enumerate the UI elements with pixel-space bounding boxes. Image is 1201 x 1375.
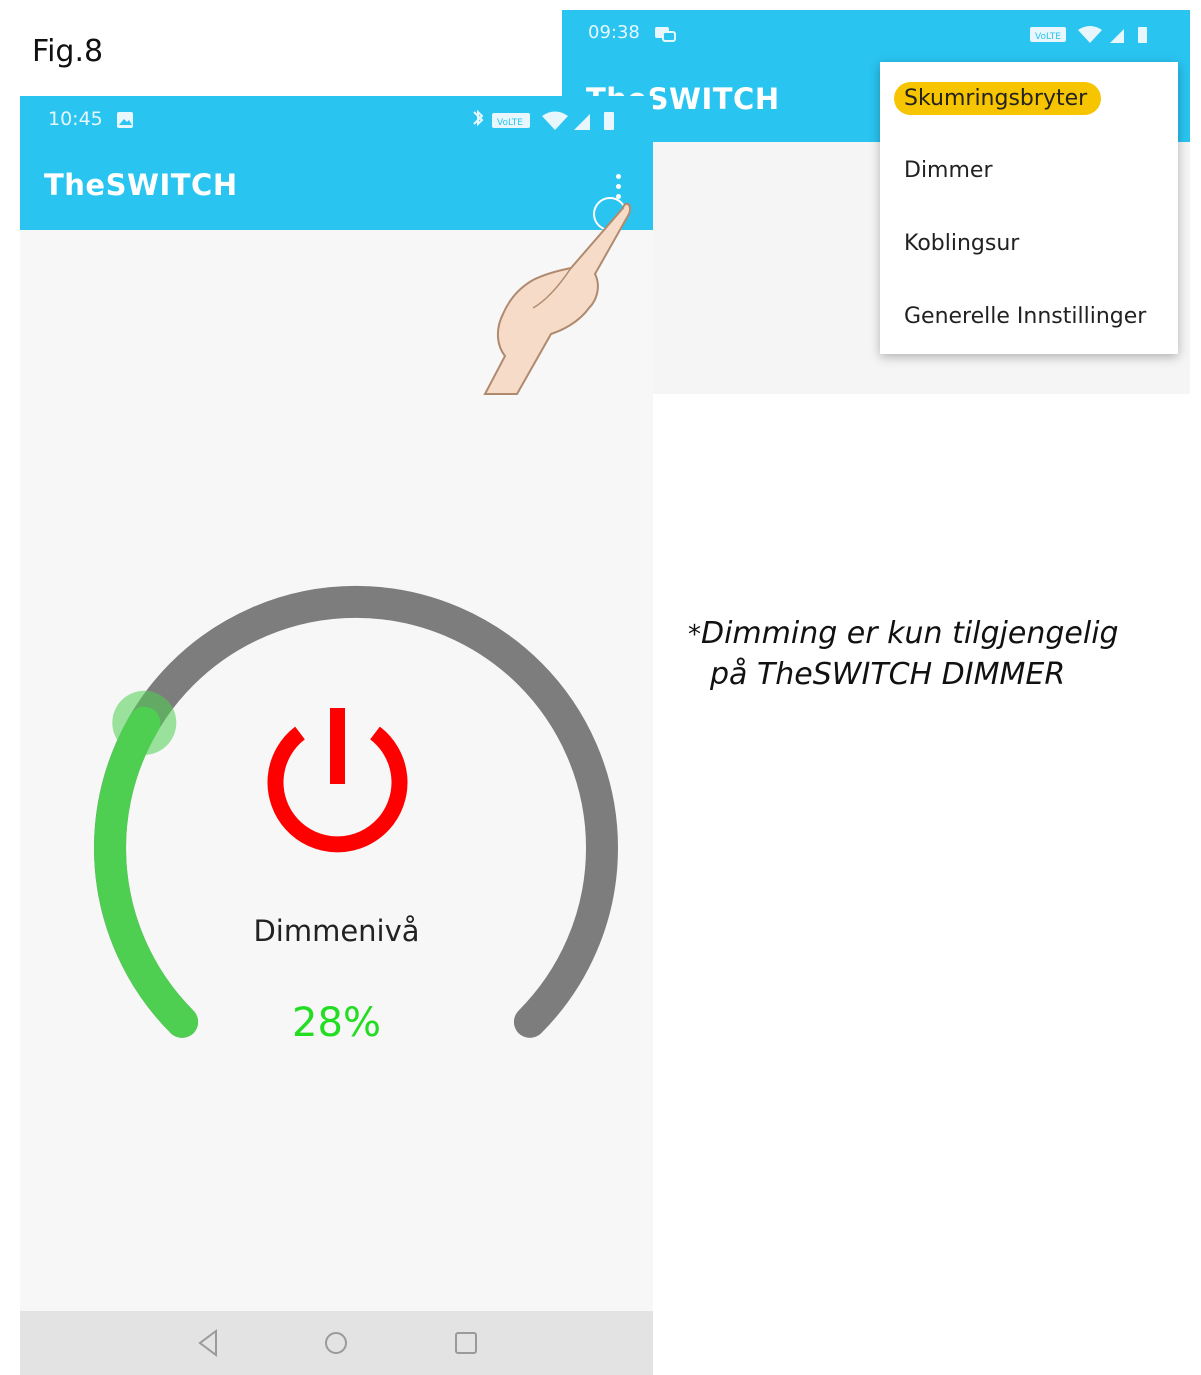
- overflow-menu: Skumringsbryter Dimmer Koblingsur Genere…: [880, 62, 1178, 354]
- status-bar: 09:38 VoLTE: [562, 10, 1190, 58]
- back-phone-screen: 09:38 VoLTE TheSWITCH Skumringsbryter Di…: [562, 10, 1190, 394]
- dial-active-arc: [94, 706, 199, 1038]
- note-line-2: på TheSWITCH DIMMER: [710, 657, 1066, 692]
- dimming-note: *Dimming er kun tilgjengelig på TheSWITC…: [688, 614, 1119, 695]
- menu-item-generelle-innstillinger[interactable]: Generelle Innstillinger: [904, 304, 1146, 329]
- dial-knob: [112, 690, 177, 755]
- svg-text:VoLTE: VoLTE: [1035, 32, 1061, 42]
- message-icon: [655, 27, 676, 42]
- menu-item-koblingsur[interactable]: Koblingsur: [904, 231, 1019, 256]
- note-line-1: Dimming er kun tilgjengelig: [701, 616, 1119, 651]
- dial-track-arc: [94, 585, 618, 1038]
- status-icons: VoLTE: [1030, 26, 1147, 43]
- asterisk: *: [688, 620, 701, 650]
- recents-icon[interactable]: [436, 1311, 496, 1375]
- power-icon: [267, 708, 408, 853]
- figure-label: Fig.8: [32, 34, 104, 69]
- menu-item-dimmer[interactable]: Dimmer: [904, 158, 993, 183]
- dimmer-value: 28%: [292, 1000, 381, 1046]
- back-icon[interactable]: [178, 1311, 238, 1375]
- navigation-bar: [20, 1311, 653, 1375]
- home-icon[interactable]: [306, 1311, 366, 1375]
- front-phone-screen: 10:45 VoLTE TheSWITCH Dimmenivå 28%: [20, 96, 653, 1375]
- dimmer-dial[interactable]: [20, 96, 653, 1311]
- dimmer-label: Dimmenivå: [253, 914, 420, 948]
- status-time: 09:38: [588, 22, 640, 43]
- menu-item-skumringsbryter[interactable]: Skumringsbryter: [894, 82, 1102, 115]
